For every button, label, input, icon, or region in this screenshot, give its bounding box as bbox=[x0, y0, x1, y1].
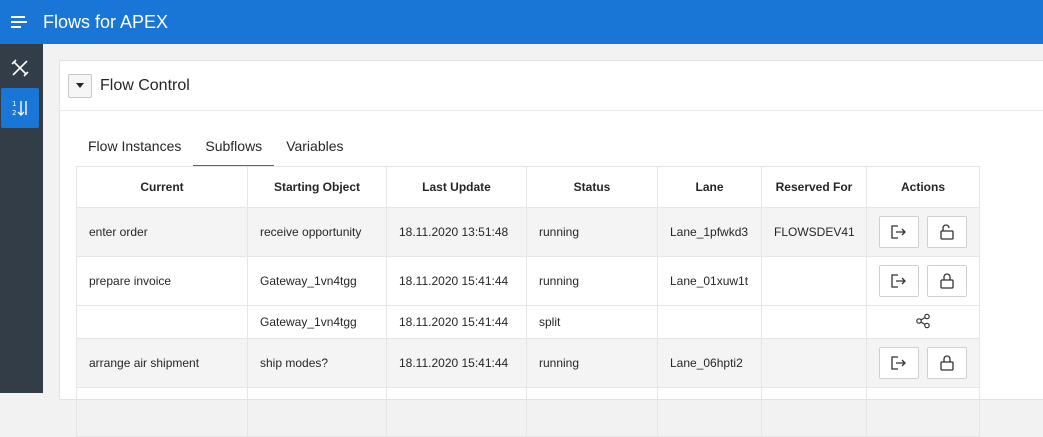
sort-icon[interactable]: 1 2 bbox=[1, 88, 39, 128]
region-header: Flow Control bbox=[60, 61, 1043, 111]
cell-lane: Lane_01xuw1t bbox=[657, 256, 762, 306]
share-icon[interactable] bbox=[915, 313, 931, 329]
cell-actions bbox=[866, 338, 980, 388]
cell-status: running bbox=[526, 207, 658, 257]
cell-actions bbox=[866, 207, 980, 257]
tools-icon[interactable] bbox=[1, 48, 39, 88]
cell-reserved-for bbox=[761, 338, 867, 388]
cell-last-update: 18.11.2020 15:41:44 bbox=[386, 256, 527, 306]
tab-subflows[interactable]: Subflows bbox=[193, 131, 275, 167]
cell-reserved-for bbox=[761, 256, 867, 306]
cell-lane: Lane_06hpti2 bbox=[657, 338, 762, 388]
cell-starting-object: Gateway_1vn4tgg bbox=[247, 305, 387, 339]
unlock-icon[interactable] bbox=[927, 216, 967, 248]
exit-icon[interactable] bbox=[879, 265, 919, 297]
tab-flow-instances[interactable]: Flow Instances bbox=[76, 131, 193, 167]
column-header: Actions bbox=[866, 166, 980, 208]
table-row: Gateway_1vn4tgg 18.11.2020 15:41:44 spli… bbox=[76, 305, 980, 339]
column-header[interactable]: Status bbox=[526, 166, 658, 208]
caret-down-icon[interactable] bbox=[68, 73, 92, 98]
cell-last-update: 18.11.2020 13:51:48 bbox=[386, 207, 527, 257]
region-title: Flow Control bbox=[100, 76, 190, 94]
table-header-row: Current Starting Object Last Update Stat… bbox=[76, 166, 980, 208]
app-title: Flows for APEX bbox=[43, 11, 169, 32]
cell-actions bbox=[866, 256, 980, 306]
table-row: arrange air shipment ship modes? 18.11.2… bbox=[76, 338, 980, 388]
cell-current: arrange air shipment bbox=[76, 338, 248, 388]
column-header[interactable]: Reserved For bbox=[761, 166, 867, 208]
cell-lane bbox=[657, 305, 762, 339]
cell-current: prepare invoice bbox=[76, 256, 248, 306]
exit-icon[interactable] bbox=[879, 216, 919, 248]
lock-icon[interactable] bbox=[927, 347, 967, 379]
cell-starting-object: receive opportunity bbox=[247, 207, 387, 257]
cell-status: running bbox=[526, 338, 658, 388]
hamburger-icon[interactable] bbox=[0, 0, 38, 44]
cell-last-update: 18.11.2020 15:41:44 bbox=[386, 305, 527, 339]
top-bar: Flows for APEX bbox=[0, 0, 1043, 44]
column-header[interactable]: Starting Object bbox=[247, 166, 387, 208]
exit-icon[interactable] bbox=[879, 347, 919, 379]
column-header[interactable]: Last Update bbox=[386, 166, 527, 208]
cell-last-update: 18.11.2020 15:41:44 bbox=[386, 338, 527, 388]
cell-lane: Lane_1pfwkd3 bbox=[657, 207, 762, 257]
tab-variables[interactable]: Variables bbox=[274, 131, 355, 167]
tab-bar: Flow Instances Subflows Variables bbox=[76, 131, 356, 167]
subflows-table: Current Starting Object Last Update Stat… bbox=[76, 166, 980, 437]
svg-text:2: 2 bbox=[12, 109, 16, 117]
cell-current bbox=[76, 305, 248, 339]
cell-status: running bbox=[526, 256, 658, 306]
cell-reserved-for: FLOWSDEV41 bbox=[761, 207, 867, 257]
cell-current: enter order bbox=[76, 207, 248, 257]
cell-actions bbox=[866, 305, 980, 339]
cell-starting-object: ship modes? bbox=[247, 338, 387, 388]
side-navigation: 1 2 bbox=[0, 44, 43, 393]
table-row bbox=[76, 387, 980, 437]
flow-control-region: Flow Control Flow Instances Subflows Var… bbox=[59, 60, 1043, 437]
column-header[interactable]: Current bbox=[76, 166, 248, 208]
column-header[interactable]: Lane bbox=[657, 166, 762, 208]
lock-icon[interactable] bbox=[927, 265, 967, 297]
svg-text:1: 1 bbox=[12, 100, 16, 108]
cell-starting-object: Gateway_1vn4tgg bbox=[247, 256, 387, 306]
table-row: enter order receive opportunity 18.11.20… bbox=[76, 207, 980, 257]
cell-reserved-for bbox=[761, 305, 867, 339]
cell-status: split bbox=[526, 305, 658, 339]
table-row: prepare invoice Gateway_1vn4tgg 18.11.20… bbox=[76, 256, 980, 306]
